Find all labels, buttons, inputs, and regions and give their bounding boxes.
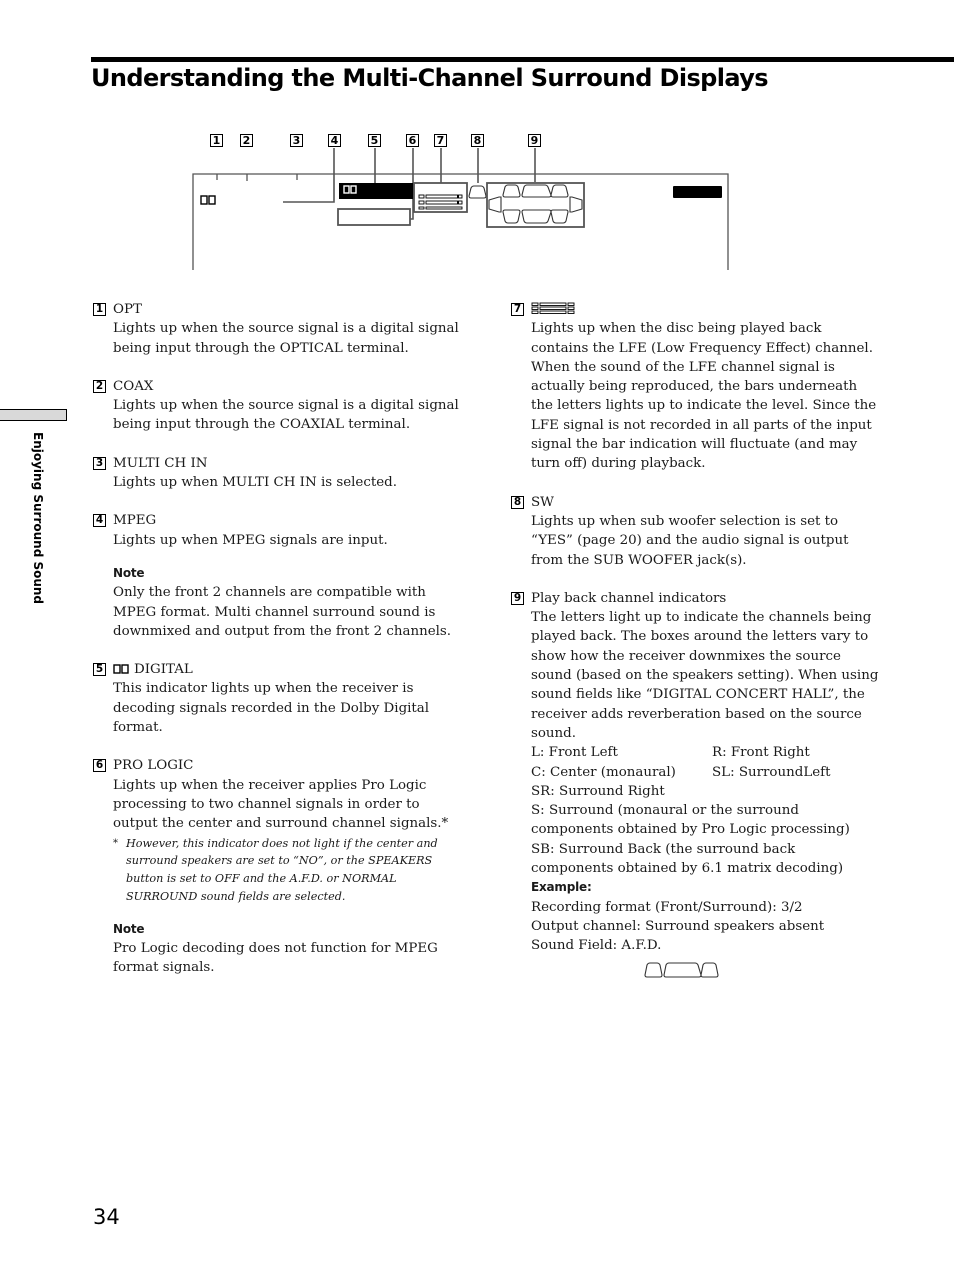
example-line: Output channel: Surround speakers absent <box>531 918 825 934</box>
item-multi-ch-in: 3 MULTI CH IN Lights up when MULTI CH IN… <box>93 454 463 493</box>
example-figure <box>531 961 881 987</box>
note-heading: Note <box>113 921 145 936</box>
pro-logic-indicator <box>337 208 411 226</box>
left-column: 1 OPT Lights up when the source signal i… <box>93 300 463 997</box>
item-opt: 1 OPT Lights up when the source signal i… <box>93 300 463 358</box>
item-dolby-digital: 5 DIGITAL This indicator lights up when … <box>93 660 463 737</box>
legend-line: SR: Surround Right <box>531 783 665 799</box>
example-line: Sound Field: A.F.D. <box>531 938 662 954</box>
black-segment-indicator <box>673 186 722 198</box>
item-number: 4 <box>93 514 106 528</box>
section-side-label: Enjoying Surround Sound <box>31 432 45 605</box>
item-number: 1 <box>93 303 106 316</box>
display-panel-diagram: 1 2 3 4 5 6 7 8 9 <box>0 0 954 280</box>
display-panel-drawing <box>192 148 729 270</box>
item-coax: 2 COAX Lights up when the source signal … <box>93 377 463 435</box>
subwoofer-indicator <box>468 185 487 199</box>
item-description: Lights up when the source signal is a di… <box>113 398 459 433</box>
dolby-digital-indicator <box>339 183 413 199</box>
lfe-level-bars-icon <box>413 182 468 213</box>
example-line: Recording format (Front/Surround): 3/2 <box>531 899 803 915</box>
footnote: * However, this indicator does not light… <box>113 835 463 906</box>
legend-line: SB: Surround Back (the surround back com… <box>531 841 844 877</box>
legend-entry: SL: SurroundLeft <box>712 764 831 780</box>
item-description: Lights up when the disc being played bac… <box>531 321 877 472</box>
note-text: Pro Logic decoding does not function for… <box>113 941 438 976</box>
leader-4 <box>283 148 335 203</box>
item-heading-row: DIGITAL <box>113 660 463 679</box>
item-heading: MPEG <box>113 513 157 529</box>
right-column: 7 Lights up when the disc being played b… <box>511 300 881 1006</box>
legend-entry: L: Front Left <box>531 745 618 761</box>
channel-legend-row: L: Front Left R: Front Right <box>531 743 881 762</box>
item-description: Lights up when MPEG signals are input. <box>113 532 388 548</box>
note-text: Only the front 2 channels are compatible… <box>113 585 452 639</box>
item-heading-row <box>531 300 881 319</box>
item-pro-logic: 6 PRO LOGIC Lights up when the receiver … <box>93 756 463 977</box>
dolby-double-d-icon <box>200 195 216 205</box>
item-description: This indicator lights up when the receiv… <box>113 681 430 736</box>
channel-legend-row: C: Center (monaural) SL: SurroundLeft <box>531 763 881 782</box>
item-number: 7 <box>511 303 524 316</box>
legend-entry: R: Front Right <box>712 745 810 761</box>
note-heading: Note <box>113 565 145 580</box>
front-three-speaker-boxes-icon <box>644 961 719 978</box>
panel-outline <box>192 173 729 270</box>
footnote-text: However, this indicator does not light i… <box>126 836 438 903</box>
legend-entry: C: Center (monaural) <box>531 764 676 780</box>
example-heading: Example: <box>531 880 592 895</box>
footnote-mark: * <box>113 837 118 849</box>
item-heading: MULTI CH IN <box>113 455 208 471</box>
item-description: Lights up when the source signal is a di… <box>113 321 459 356</box>
section-tab-marker <box>0 409 67 421</box>
item-description: Lights up when the receiver applies Pro … <box>113 777 449 832</box>
item-mpeg: 4 MPEG Lights up when MPEG signals are i… <box>93 511 463 641</box>
item-description: Lights up when MULTI CH IN is selected. <box>113 475 397 491</box>
legend-line: S: Surround (monaural or the surround co… <box>531 803 850 838</box>
dolby-double-d-icon <box>113 664 129 674</box>
item-lfe: 7 Lights up when the disc being played b… <box>511 300 881 474</box>
item-number: 5 <box>93 663 106 677</box>
page-number: 34 <box>93 1205 120 1229</box>
item-number: 8 <box>511 495 524 509</box>
item-number: 3 <box>93 456 106 470</box>
item-description: Lights up when sub woofer selection is s… <box>531 513 849 568</box>
item-heading: COAX <box>113 378 154 394</box>
item-heading: OPT <box>113 302 142 317</box>
item-heading: Play back channel indicators <box>531 590 727 606</box>
item-number: 6 <box>93 759 106 773</box>
item-number: 2 <box>93 379 106 393</box>
item-heading: DIGITAL <box>134 662 193 678</box>
item-heading: SW <box>531 494 554 510</box>
item-heading: PRO LOGIC <box>113 758 194 774</box>
item-sw: 8 SW Lights up when sub woofer selection… <box>511 493 881 570</box>
speaker-channel-layout-icon <box>486 182 585 228</box>
item-playback-channels: 9 Play back channel indicators The lette… <box>511 589 881 987</box>
item-description: The letters light up to indicate the cha… <box>531 610 879 741</box>
lfe-level-bars-icon <box>531 302 575 314</box>
item-number: 9 <box>511 591 524 605</box>
